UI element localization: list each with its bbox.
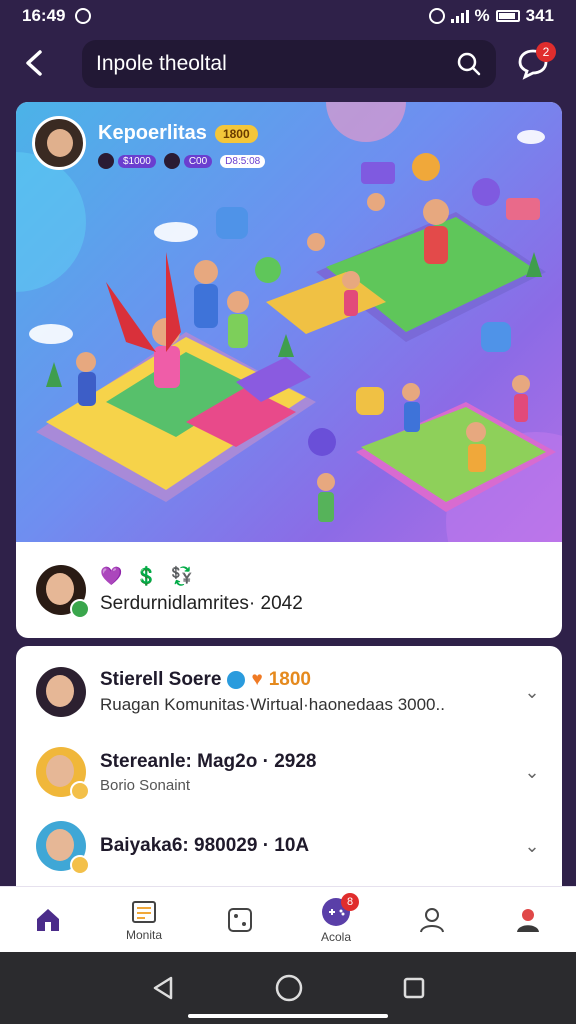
- heart-icon: ♥: [251, 669, 263, 690]
- list-item[interactable]: Baiyaka6: 980029 · 10A ⌄: [16, 806, 562, 886]
- avatar[interactable]: [36, 565, 90, 619]
- status-dot: [70, 855, 90, 875]
- item-subtitle-tail: 3000..: [397, 695, 445, 714]
- nav-dice[interactable]: [205, 891, 275, 949]
- feed-list: Stierell Soere ♥ 1800 Ruagan Komunitas·W…: [16, 646, 562, 886]
- battery-icon: [495, 10, 520, 22]
- mini-tag: $1000: [118, 154, 156, 168]
- status-dot: [70, 599, 90, 619]
- nav-people[interactable]: [397, 891, 467, 949]
- item-title: Stierell Soere: [100, 669, 222, 690]
- nav-badge: 8: [341, 892, 359, 911]
- avatar[interactable]: [32, 116, 86, 170]
- nav-profile[interactable]: [493, 891, 563, 949]
- gesture-bar[interactable]: [188, 1014, 388, 1018]
- chat-button[interactable]: 2: [516, 42, 556, 80]
- notification-icon: [75, 8, 92, 24]
- points-value: 1800: [268, 669, 312, 690]
- item-title: Baiyaka6: 980029 · 10A: [100, 835, 310, 856]
- home-circle-icon[interactable]: [274, 973, 304, 1003]
- post-author: Kepoerlitas 1800 $1000 C00 D8:5:08: [32, 116, 266, 170]
- avatar[interactable]: [36, 747, 90, 801]
- points-badge: 1800: [214, 124, 258, 143]
- list-item[interactable]: Stereanle: Mag2o · 2928 Borio Sonaint ⌄: [16, 732, 562, 812]
- mini-tag: D8:5:08: [220, 154, 266, 168]
- person-icon: [420, 907, 444, 932]
- back-triangle-icon[interactable]: [149, 974, 177, 1002]
- home-icon: [37, 908, 59, 931]
- item-title: Stereanle: Mag2o · 2928: [100, 750, 317, 772]
- mini-avatar: [163, 153, 180, 169]
- item-subtitle: Ruagan Komunitas·Wirtual·haonedaas: [100, 695, 393, 714]
- chevron-down-icon[interactable]: ⌄: [522, 836, 542, 857]
- mini-avatar: [98, 153, 114, 169]
- mini-tag: C00: [183, 154, 213, 168]
- notes-icon: [132, 900, 156, 923]
- avatar[interactable]: [36, 667, 86, 717]
- alarm-icon: [428, 8, 445, 24]
- nav-label: Monita: [125, 927, 163, 942]
- nav-game[interactable]: 8 Acola: [301, 891, 371, 949]
- chevron-down-icon[interactable]: ⌄: [522, 682, 542, 703]
- search-bar[interactable]: Inpole theoltal: [82, 40, 496, 88]
- dice-icon: [228, 907, 252, 932]
- avatar[interactable]: [36, 821, 90, 875]
- item-subtitle: Borio Sonaint: [100, 776, 191, 794]
- chevron-left-icon: [26, 50, 42, 76]
- nav-label: Acola: [320, 929, 352, 944]
- battery-percent: %: [474, 6, 490, 25]
- list-item[interactable]: Stierell Soere ♥ 1800 Ruagan Komunitas·W…: [16, 652, 562, 732]
- search-icon[interactable]: [456, 51, 482, 77]
- post-footer: 💜 💲 💱 Serdurnidlamrites· 2042: [16, 542, 562, 638]
- clock: 16:49: [22, 6, 66, 25]
- reaction-icons: 💜 💲 💱: [100, 565, 198, 586]
- chat-badge: 2: [536, 42, 556, 62]
- nav-notes[interactable]: Monita: [109, 891, 179, 949]
- chat-bubble-icon: [227, 671, 246, 689]
- bottom-nav: Monita 8 Acola: [0, 886, 576, 952]
- chevron-down-icon[interactable]: ⌄: [522, 762, 542, 783]
- status-bar: 16:49 % 341: [0, 0, 576, 32]
- signal-text: 341: [525, 6, 554, 25]
- featured-illustration: Kepoerlitas 1800 $1000 C00 D8:5:08: [16, 102, 562, 542]
- profile-icon: [517, 908, 539, 932]
- status-dot: [70, 781, 90, 801]
- wifi-icon: [450, 9, 469, 23]
- post-meta: Serdurnidlamrites· 2042: [100, 592, 303, 614]
- author-name: Kepoerlitas: [98, 122, 207, 144]
- app-header: Inpole theoltal 2: [0, 38, 576, 90]
- search-text[interactable]: Inpole theoltal: [96, 52, 456, 76]
- recents-square-icon[interactable]: [401, 975, 427, 1001]
- back-button[interactable]: [22, 48, 50, 80]
- nav-home[interactable]: [13, 891, 83, 949]
- featured-post-card[interactable]: Kepoerlitas 1800 $1000 C00 D8:5:08 💜 💲 💱…: [16, 102, 562, 638]
